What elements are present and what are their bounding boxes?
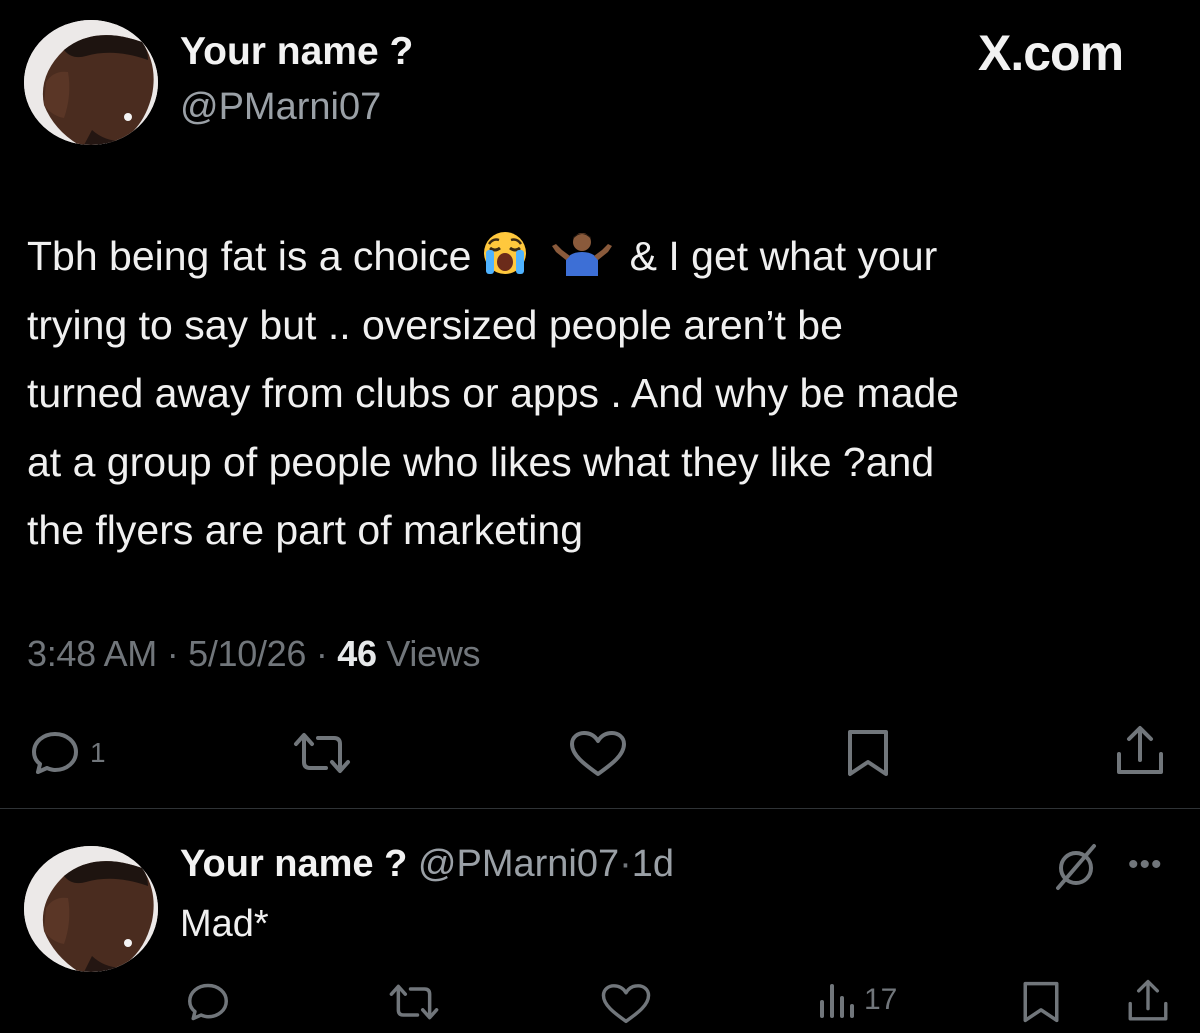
reply-like-button[interactable] <box>600 983 652 1025</box>
like-button[interactable] <box>568 730 628 778</box>
grok-icon <box>1052 842 1100 892</box>
profile-photo-icon <box>24 20 158 145</box>
loudly-crying-face-icon <box>483 228 535 297</box>
grok-button[interactable] <box>1052 842 1100 892</box>
profile-photo-icon <box>24 846 158 972</box>
divider <box>0 808 1200 809</box>
tweet-meta: 3:48 AM · 5/10/26 · 46 Views <box>27 633 481 675</box>
handle[interactable]: @PMarni07 <box>180 86 381 129</box>
site-logo: X.com <box>978 25 1124 81</box>
tweet-line: Tbh being fat is a choice & I get what y… <box>27 222 1177 291</box>
reply-avatar[interactable] <box>24 846 158 972</box>
reply-text: Mad* <box>180 903 269 945</box>
more-button[interactable]: ••• <box>1128 848 1163 882</box>
reply-icon <box>186 982 230 1022</box>
reply-header: Your name ? @PMarni07·1d <box>180 843 674 886</box>
reply-button[interactable]: 1 <box>30 730 106 776</box>
tweet-date[interactable]: 5/10/26 <box>188 633 306 674</box>
bookmark-icon <box>844 728 892 778</box>
share-button[interactable] <box>1114 724 1166 778</box>
views-icon <box>818 980 856 1020</box>
like-icon <box>600 983 652 1025</box>
tweet-text-segment: Tbh being fat is a choice <box>27 233 472 279</box>
retweet-button[interactable] <box>290 730 354 776</box>
tweet-text: Tbh being fat is a choice & I get what y… <box>27 222 1177 565</box>
share-icon <box>1114 724 1166 778</box>
bookmark-icon <box>1020 980 1062 1024</box>
meta-separator: · <box>166 633 179 674</box>
reply-views-count: 17 <box>864 983 898 1016</box>
tweet-line: at a group of people who likes what they… <box>27 438 935 485</box>
views-label[interactable]: Views <box>386 633 480 674</box>
reply-retweet-button[interactable] <box>386 982 442 1022</box>
bookmark-button[interactable] <box>844 728 892 778</box>
reply-reply-button[interactable] <box>186 982 230 1022</box>
reply-views-button[interactable]: 17 <box>818 980 897 1020</box>
man-shrugging-icon <box>552 228 613 297</box>
tweet-line: turned away from clubs or apps . And why… <box>27 370 960 416</box>
reply-count: 1 <box>90 737 106 768</box>
reply-bookmark-button[interactable] <box>1020 980 1062 1024</box>
retweet-icon <box>290 730 354 776</box>
share-icon <box>1126 978 1170 1024</box>
tweet-line: the flyers are part of marketing <box>27 507 584 553</box>
tweet-line: trying to say but .. oversized people ar… <box>27 301 843 348</box>
reply-share-button[interactable] <box>1126 978 1170 1024</box>
main-avatar[interactable] <box>24 20 158 145</box>
like-icon <box>568 730 628 778</box>
reply-icon <box>30 730 80 776</box>
reply-display-name[interactable]: Your name ? <box>180 843 407 885</box>
views-count[interactable]: 46 <box>337 633 377 674</box>
reply-separator: · <box>619 843 632 885</box>
meta-separator: · <box>315 633 328 674</box>
reply-handle[interactable]: @PMarni07 <box>418 843 619 885</box>
retweet-icon <box>386 982 442 1022</box>
display-name[interactable]: Your name ? <box>180 30 413 74</box>
tweet-time[interactable]: 3:48 AM <box>27 633 157 674</box>
tweet-text-segment: & I get what your <box>629 233 938 279</box>
reply-age[interactable]: 1d <box>632 843 674 885</box>
